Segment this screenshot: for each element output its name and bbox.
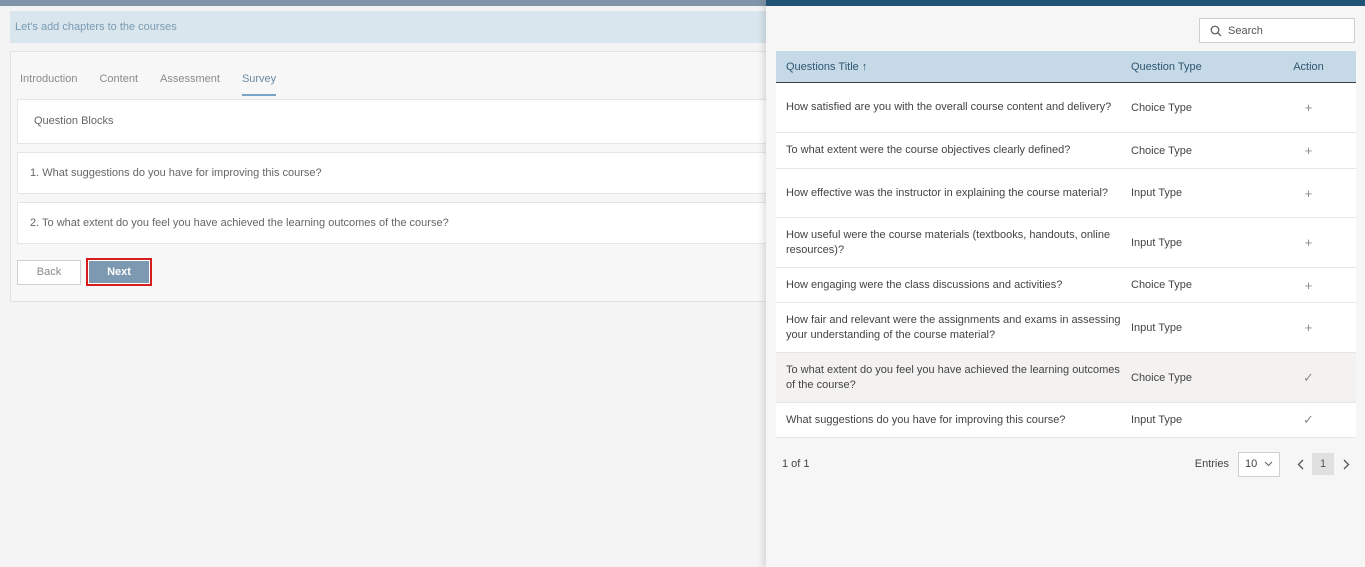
tab-assessment[interactable]: Assessment [160, 71, 220, 96]
course-builder-page: Let's add chapters to the courses Introd… [0, 0, 771, 567]
check-icon[interactable]: ✓ [1261, 370, 1356, 386]
chapter-tabs: Introduction Content Assessment Survey [20, 71, 298, 96]
question-title: How effective was the instructor in expl… [786, 186, 1109, 199]
question-title: How satisfied are you with the overall c… [786, 101, 1112, 113]
top-strip [0, 0, 770, 6]
table-row: What suggestions do you have for improvi… [776, 403, 1356, 438]
question-block-2[interactable]: 2. To what extent do you feel you have a… [17, 202, 771, 244]
question-title: How useful were the course materials (te… [786, 228, 1111, 256]
question-type: Input Type [1131, 414, 1183, 426]
search-box[interactable] [1199, 18, 1355, 43]
question-title: How engaging were the class discussions … [786, 278, 1063, 291]
page-info: 1 of 1 [782, 458, 810, 470]
search-icon [1210, 25, 1222, 36]
question-title: What suggestions do you have for improvi… [786, 413, 1066, 426]
table-row: How satisfied are you with the overall c… [776, 83, 1356, 133]
add-icon[interactable]: + [1261, 320, 1356, 335]
column-header-title[interactable]: Questions Title ↑ [776, 61, 1131, 73]
page-button-current[interactable]: 1 [1312, 453, 1334, 475]
table-footer: 1 of 1 Entries 10 1 [776, 449, 1356, 479]
back-button[interactable]: Back [17, 260, 81, 285]
pagination: 1 [1290, 453, 1356, 475]
question-type: Choice Type [1131, 279, 1192, 291]
table-row: How effective was the instructor in expl… [776, 169, 1356, 218]
column-header-action: Action [1293, 60, 1324, 73]
chevron-left-icon[interactable] [1290, 453, 1310, 475]
tab-survey[interactable]: Survey [241, 71, 277, 96]
check-icon[interactable]: ✓ [1261, 412, 1356, 428]
question-type: Choice Type [1131, 101, 1192, 114]
question-title: To what extent were the course objective… [786, 144, 1071, 156]
chevron-down-icon [1264, 461, 1273, 467]
question-blocks-header: Question Blocks [17, 99, 771, 144]
next-button[interactable]: Next [89, 261, 149, 283]
column-header-type: Question Type [1131, 60, 1202, 73]
question-type: Input Type [1131, 321, 1183, 334]
next-button-highlight: Next [86, 258, 152, 286]
tab-introduction[interactable]: Introduction [20, 71, 77, 96]
table-row: To what extent do you feel you have achi… [776, 353, 1356, 403]
table-row: To what extent were the course objective… [776, 133, 1356, 169]
question-block-1[interactable]: 1. What suggestions do you have for impr… [17, 152, 771, 194]
add-icon[interactable]: + [1261, 100, 1356, 115]
tab-content[interactable]: Content [99, 71, 138, 96]
question-title: How fair and relevant were the assignmen… [786, 313, 1121, 341]
drawer-top-bar [766, 0, 1365, 6]
page-banner: Let's add chapters to the courses [10, 11, 770, 43]
chevron-right-icon[interactable] [1336, 453, 1356, 475]
survey-card: Introduction Content Assessment Survey Q… [10, 51, 771, 302]
question-title: To what extent do you feel you have achi… [786, 363, 1120, 391]
entries-label: Entries [1194, 458, 1229, 470]
question-type: Choice Type [1131, 371, 1192, 384]
table-row: How useful were the course materials (te… [776, 218, 1356, 268]
question-type: Input Type [1131, 187, 1183, 199]
question-picker-drawer: Questions Title ↑ Question Type Action H… [766, 0, 1365, 567]
search-input[interactable] [1228, 24, 1348, 37]
add-icon[interactable]: + [1261, 278, 1356, 293]
entries-value: 10 [1245, 458, 1258, 470]
question-type: Choice Type [1131, 144, 1192, 157]
table-header: Questions Title ↑ Question Type Action [776, 51, 1356, 83]
question-type: Input Type [1131, 236, 1183, 249]
add-icon[interactable]: + [1261, 235, 1356, 250]
entries-select[interactable]: 10 [1238, 451, 1280, 477]
questions-table: Questions Title ↑ Question Type Action H… [776, 51, 1356, 438]
table-row: How fair and relevant were the assignmen… [776, 303, 1356, 353]
table-row: How engaging were the class discussions … [776, 268, 1356, 303]
add-icon[interactable]: + [1261, 186, 1356, 201]
add-icon[interactable]: + [1261, 143, 1356, 158]
